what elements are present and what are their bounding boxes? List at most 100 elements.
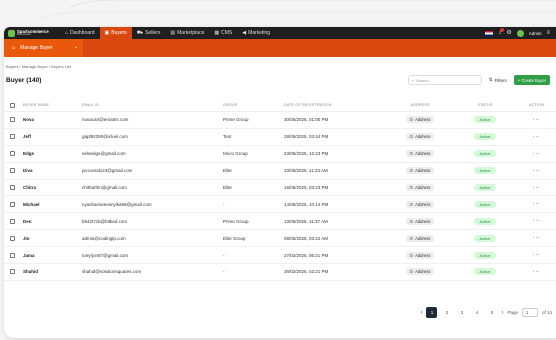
page-label: Page xyxy=(507,310,518,315)
nav-item-sellers[interactable]: ⛟ Sellers xyxy=(132,27,166,39)
page-button-4[interactable]: 4 xyxy=(471,307,482,318)
more-actions-icon[interactable]: ··· xyxy=(533,252,541,258)
address-button[interactable]: ⊡ Address xyxy=(405,116,435,124)
address-button[interactable]: ⊡ Address xyxy=(405,150,435,158)
avatar[interactable] xyxy=(516,29,524,37)
address-label: Address xyxy=(415,168,431,174)
table-row[interactable]: Jeff gapf92390@icluel.com Test 28/05/2025, … xyxy=(4,129,556,146)
page-button-2[interactable]: 2 xyxy=(441,307,452,318)
table-row[interactable]: Den b942t7zb@bitbed.com Prime Group 13/05/2… xyxy=(4,213,556,231)
page-number-input[interactable]: 1 xyxy=(521,308,538,317)
language-flag-icon[interactable] xyxy=(485,30,494,36)
table-row[interactable]: Diva piccomal123@gmail.com Elite 23/05/2025… xyxy=(4,163,556,180)
table-row[interactable]: Chitra chitharthn@gmail.com Elite 16/05/202… xyxy=(4,180,556,197)
buyer-group: - xyxy=(223,252,225,258)
truck-icon: ⛟ xyxy=(136,29,144,36)
address-button[interactable]: ⊡ Address xyxy=(405,217,435,225)
address-button[interactable]: ⊡ Address xyxy=(405,268,435,276)
page-button-5[interactable]: 5 xyxy=(486,307,497,318)
row-checkbox[interactable] xyxy=(10,117,15,123)
registration-date: 27/02/2025, 06:21 PM xyxy=(284,252,329,258)
notification-bell-icon[interactable]: ♪ xyxy=(498,28,505,36)
manage-buyer-dropdown[interactable]: ☺ Manage Buyer ⌄ xyxy=(4,39,83,57)
table-row[interactable]: Shahid shahid@solutionsquares.com - 26/02/2… xyxy=(4,264,556,281)
registration-date: 30/05/2025, 01:00 PM xyxy=(284,117,329,123)
address-button[interactable]: ⊡ Address xyxy=(405,133,435,141)
column-header-address: ADDRESS xyxy=(410,103,430,107)
breadcrumb: Buyers / Manage Buyer / Buyers List xyxy=(6,64,71,69)
nav-item-buyers[interactable]: ▣ Buyers xyxy=(99,27,132,39)
nav-item-label: Sellers xyxy=(145,30,161,36)
buyer-email: admin@codingtp.com xyxy=(82,235,126,241)
row-checkbox[interactable] xyxy=(10,151,15,157)
buyer-name: Den xyxy=(23,218,32,224)
page-button-3[interactable]: 3 xyxy=(456,307,467,318)
column-header-date[interactable]: DATE OF REGISTRATION xyxy=(284,103,387,107)
column-header-action: ACTION xyxy=(529,103,544,107)
more-actions-icon[interactable]: ··· xyxy=(533,134,541,140)
nav-item-label: Buyers xyxy=(111,30,127,36)
address-button[interactable]: ⊡ Address xyxy=(405,184,435,191)
table-row[interactable]: Michael nyashanseevanyika89@gmail.com - 14/… xyxy=(4,196,556,214)
nav-item-dashboard[interactable]: ⌂ Dashboard xyxy=(60,27,100,39)
brand-subtitle: Marketplace xyxy=(17,32,32,36)
status-badge: Active xyxy=(473,251,497,259)
row-checkbox[interactable] xyxy=(10,252,15,258)
row-checkbox[interactable] xyxy=(10,168,15,174)
nav-item-marketplace[interactable]: ▤ Marketplace xyxy=(165,27,209,39)
admin-label[interactable]: Admin xyxy=(529,31,542,36)
location-icon: ⊡ xyxy=(409,117,414,123)
table-header: BUYER NAME EMAIL ID GROUP DATE OF REGIST… xyxy=(4,99,556,112)
location-icon: ⊡ xyxy=(409,235,414,241)
row-checkbox[interactable] xyxy=(10,134,15,140)
menu-icon[interactable]: ≡ xyxy=(546,30,550,36)
more-actions-icon[interactable]: ··· xyxy=(533,185,541,191)
table-row[interactable]: Nova novacart@ematris.com Prime Group 30/05… xyxy=(4,112,556,129)
search-input[interactable]: ⌕ Search xyxy=(407,75,482,85)
notification-badge xyxy=(500,28,505,32)
column-header-group[interactable]: GROUP xyxy=(223,103,284,107)
filters-button[interactable]: ⇅ Filters xyxy=(486,77,510,83)
brand-logo[interactable]: Spartcommerce Marketplace xyxy=(4,29,60,37)
row-checkbox[interactable] xyxy=(10,185,15,190)
column-header-email[interactable]: EMAIL ID xyxy=(82,103,223,107)
row-checkbox[interactable] xyxy=(10,235,15,241)
status-badge: Active xyxy=(473,167,497,175)
top-navigation: Spartcommerce Marketplace ⌂ Dashboard ▣ … xyxy=(4,27,556,39)
location-icon: ⊡ xyxy=(409,185,414,190)
address-button[interactable]: ⊡ Address xyxy=(405,251,435,259)
address-label: Address xyxy=(415,252,431,258)
table-row[interactable]: Jama tonyrjon87@gmail.com - 27/02/2025, 06:… xyxy=(4,247,556,265)
table-row[interactable]: Edge eeleedge@gmail.com Micro Group 23/05/2… xyxy=(4,146,556,163)
more-actions-icon[interactable]: ··· xyxy=(533,151,541,157)
select-all-checkbox[interactable] xyxy=(10,102,15,108)
buyer-group: Test xyxy=(223,134,232,140)
more-actions-icon[interactable]: ··· xyxy=(533,269,541,275)
create-buyer-button[interactable]: + Create Buyer xyxy=(513,75,550,85)
more-actions-icon[interactable]: ··· xyxy=(533,117,541,123)
more-actions-icon[interactable]: ··· xyxy=(533,218,541,224)
table-row[interactable]: Jin admin@codingtp.com Elite Group 08/05/20… xyxy=(4,230,556,248)
buyer-email: shahid@solutionsquares.com xyxy=(82,269,142,275)
status-badge: Active xyxy=(473,200,497,208)
address-button[interactable]: ⊡ Address xyxy=(405,200,435,208)
page-button-1[interactable]: 1 xyxy=(426,307,438,318)
buyer-group: Micro Group xyxy=(223,151,248,157)
row-checkbox[interactable] xyxy=(10,201,15,207)
row-checkbox[interactable] xyxy=(10,218,15,224)
more-actions-icon[interactable]: ··· xyxy=(533,235,541,241)
settings-icon[interactable]: ⚙ xyxy=(506,30,511,36)
buyer-email: piccomal123@gmail.com xyxy=(82,168,133,174)
nav-item-marketing[interactable]: ◀ Marketing xyxy=(237,27,275,39)
column-header-name[interactable]: BUYER NAME xyxy=(23,103,82,107)
page-title: Buyer (140) xyxy=(6,76,42,84)
nav-item-cms[interactable]: ▦ CMS xyxy=(209,27,237,39)
next-page-icon[interactable]: › xyxy=(501,310,503,316)
address-button[interactable]: ⊡ Address xyxy=(405,167,435,175)
row-checkbox[interactable] xyxy=(10,269,15,275)
user-icon: ☺ xyxy=(11,44,17,51)
prev-page-icon[interactable]: ‹ xyxy=(420,310,422,316)
more-actions-icon[interactable]: ··· xyxy=(533,168,541,174)
address-button[interactable]: ⊡ Address xyxy=(405,234,435,242)
more-actions-icon[interactable]: ··· xyxy=(533,201,541,207)
